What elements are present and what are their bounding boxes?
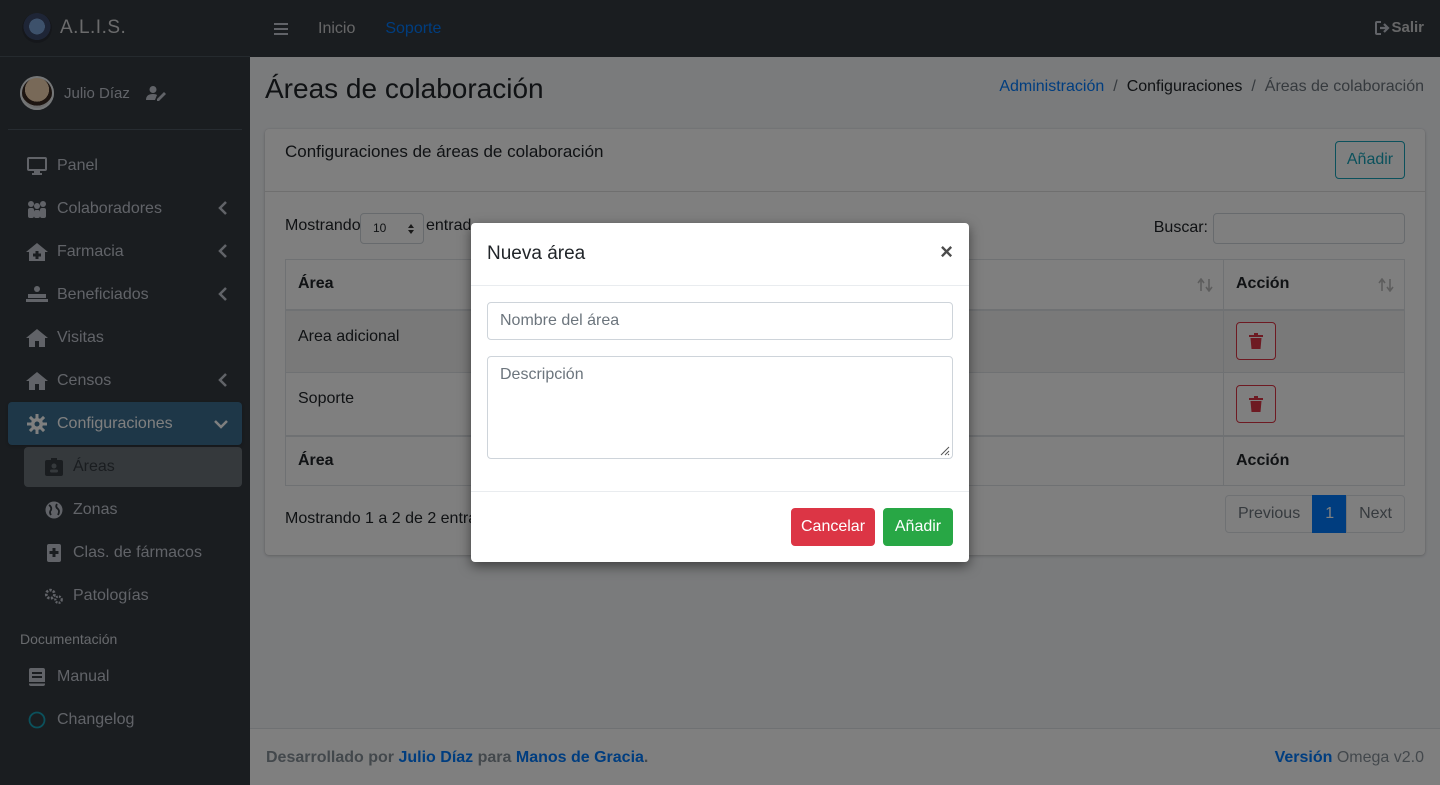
modal-title: Nueva área [487,243,586,264]
modal-footer: Cancelar Añadir [471,491,969,562]
cancel-button[interactable]: Cancelar [791,508,875,546]
modal-close-button[interactable]: × [940,241,953,263]
area-description-textarea[interactable]: Descripción [487,356,953,459]
modal-header: Nueva área × [471,223,969,286]
resize-handle-icon[interactable] [938,444,950,456]
area-name-input[interactable]: Nombre del área [487,302,953,340]
new-area-modal: Nueva área × Nombre del área Descripción… [471,223,969,562]
description-placeholder: Descripción [500,366,584,383]
add-button[interactable]: Añadir [883,508,953,546]
